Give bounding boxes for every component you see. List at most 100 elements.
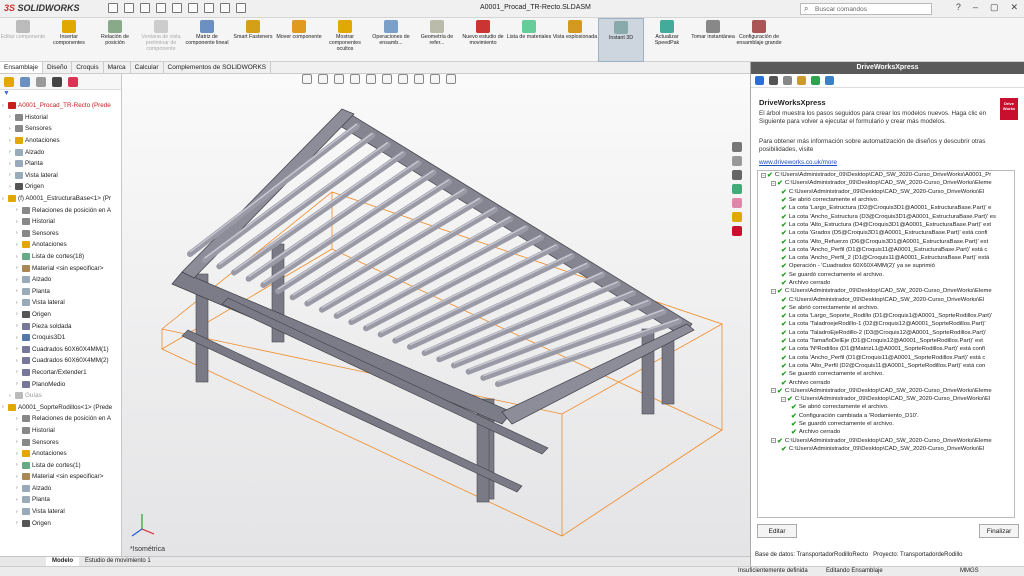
result-item[interactable]: ✔ Archivo cerrado: [758, 428, 1014, 436]
result-item[interactable]: ✔ Se guardó correctamente el archivo.: [758, 420, 1014, 428]
print-icon[interactable]: [172, 3, 182, 13]
view-palette-icon[interactable]: [732, 184, 742, 194]
result-item[interactable]: ✔ Se abrió correctamente el archivo.: [758, 304, 1014, 312]
tab-1[interactable]: Diseño: [43, 62, 73, 73]
ribbon-button-12[interactable]: Vista explosionada: [552, 18, 598, 62]
ribbon-button-16[interactable]: Configuración de ensamblaje grande: [736, 18, 782, 62]
table-icon[interactable]: [783, 76, 792, 85]
zoom-fit-icon[interactable]: [302, 74, 312, 84]
tree-item[interactable]: › Anotaciones: [0, 239, 121, 251]
tab-0[interactable]: Ensamblaje: [0, 62, 43, 73]
result-item[interactable]: ✔ La cota 'TamañoDelEje (D1@Croquis12@A00…: [758, 337, 1014, 345]
tree-item[interactable]: › Origen: [0, 309, 121, 321]
ribbon-button-0[interactable]: Editar componente: [0, 18, 46, 62]
ribbon-button-2[interactable]: Relación de posición: [92, 18, 138, 62]
result-item[interactable]: ✔ Configuración cambiada a 'Rodamiento_D1…: [758, 412, 1014, 420]
rules-icon[interactable]: [797, 76, 806, 85]
tree-item[interactable]: › Guías: [0, 390, 121, 402]
tree-item[interactable]: › Alzado: [0, 483, 121, 495]
collapse-icon[interactable]: −: [771, 180, 776, 186]
ribbon-button-10[interactable]: Nuevo estudio de movimiento: [460, 18, 506, 62]
previous-view-icon[interactable]: [334, 74, 344, 84]
tree-item[interactable]: › Planta: [0, 494, 121, 506]
result-item[interactable]: ✔ La cota 'TaladroejeRodillo-1 (D2@Croqui…: [758, 320, 1014, 328]
result-item[interactable]: ✔ Operación - 'Cuadrados 60X60X4MM(2)' ya…: [758, 262, 1014, 270]
tree-item[interactable]: › Lista de cortes(1): [0, 459, 121, 471]
units-status[interactable]: MMGS: [960, 568, 979, 574]
tree-item[interactable]: › Sensores: [0, 228, 121, 240]
ribbon-button-1[interactable]: Insertar componentes: [46, 18, 92, 62]
tab-2[interactable]: Croquis: [72, 62, 104, 73]
close-project-icon[interactable]: [825, 76, 834, 85]
ribbon-button-9[interactable]: Geometría de refer...: [414, 18, 460, 62]
result-item[interactable]: ✔ Archivo cerrado: [758, 279, 1014, 287]
appearances-icon[interactable]: [732, 198, 742, 208]
hide-show-icon[interactable]: [398, 74, 408, 84]
search-commands-input[interactable]: Buscar comandos: [800, 3, 932, 15]
ribbon-button-3[interactable]: Ventana de vista preliminar de component…: [138, 18, 184, 62]
zoom-area-icon[interactable]: [318, 74, 328, 84]
results-tree[interactable]: − ✔ C:\Users\Administrador_09\Desktop\CAD_…: [757, 170, 1015, 518]
file-explorer-icon[interactable]: [732, 170, 742, 180]
tree-item[interactable]: › Anotaciones: [0, 448, 121, 460]
dimxpert-icon[interactable]: [52, 76, 62, 87]
collapse-icon[interactable]: −: [761, 172, 766, 178]
display-style-icon[interactable]: [382, 74, 392, 84]
tree-item[interactable]: › Relaciones de posición en A: [0, 413, 121, 425]
custom-properties-icon[interactable]: [732, 212, 742, 222]
result-item[interactable]: ✔ Se guardó correctamente el archivo.: [758, 370, 1014, 378]
tree-item[interactable]: › (f) A0001_EstructuraBase<1> (Pr: [0, 193, 121, 205]
result-item[interactable]: ✔ C:\Users\Administrador_09\Desktop\CAD_S…: [758, 295, 1014, 304]
result-item[interactable]: − ✔ C:\Users\Administrador_09\Desktop\CAD_…: [758, 287, 1014, 295]
tree-item[interactable]: › Historial: [0, 112, 121, 124]
tree-item[interactable]: › Cuadrados 60X60X4MM(2): [0, 355, 121, 367]
result-item[interactable]: ✔ Se abrió correctamente el archivo.: [758, 196, 1014, 204]
select-icon[interactable]: [204, 3, 214, 13]
result-item[interactable]: ✔ Archivo cerrado: [758, 378, 1014, 387]
tree-item[interactable]: › Lista de cortes(18): [0, 251, 121, 263]
result-item[interactable]: ✔ Se abrió correctamente el archivo.: [758, 403, 1014, 411]
result-item[interactable]: ✔ La cota 'Grados (D5@Croquis3D1@A0001_Es…: [758, 229, 1014, 237]
restore-icon[interactable]: ▢: [990, 2, 999, 13]
tree-item[interactable]: › Vista lateral: [0, 297, 121, 309]
result-item[interactable]: ✔ La cota 'Alto_Estructura (D4@Croquis3D1…: [758, 221, 1014, 229]
tree-item[interactable]: › Origen: [0, 517, 121, 529]
open-file-icon[interactable]: [140, 3, 150, 13]
model-tab-0[interactable]: Modelo: [46, 557, 79, 566]
feature-manager-icon[interactable]: [4, 76, 14, 87]
result-item[interactable]: ✔ Se guardó correctamente el archivo.: [758, 271, 1014, 279]
ribbon-button-14[interactable]: Actualizar SpeedPak: [644, 18, 690, 62]
result-item[interactable]: ✔ La cota 'Ancho_Estructura (D3@Croquis3D…: [758, 212, 1014, 221]
result-item[interactable]: − ✔ C:\Users\Administrador_09\Desktop\CAD_…: [758, 395, 1014, 403]
tree-item[interactable]: › Planta: [0, 158, 121, 170]
tree-item[interactable]: › Sensores: [0, 436, 121, 448]
undo-icon[interactable]: [188, 3, 198, 13]
result-item[interactable]: ✔ La cota 'Alto_Perfil (D2@Croquis11@A000…: [758, 362, 1014, 370]
result-item[interactable]: ✔ La cota 'Largo_Estructura (D2@Croquis3D…: [758, 204, 1014, 212]
tab-5[interactable]: Complementos de SOLIDWORKS: [164, 62, 272, 73]
ribbon-button-13[interactable]: Instant 3D: [598, 18, 644, 62]
result-item[interactable]: − ✔ C:\Users\Administrador_09\Desktop\CAD_…: [758, 387, 1014, 395]
document-icon[interactable]: [769, 76, 778, 85]
options-icon[interactable]: [236, 3, 246, 13]
tree-item[interactable]: › Sensores: [0, 123, 121, 135]
configuration-manager-icon[interactable]: [36, 76, 46, 87]
rebuild-icon[interactable]: [220, 3, 230, 13]
tree-item[interactable]: › Croquis3D1: [0, 332, 121, 344]
tree-item[interactable]: › Material <sin especificar>: [0, 471, 121, 483]
tree-item[interactable]: › A0001_SoprteRodillos<1> (Prede: [0, 401, 121, 413]
collapse-icon[interactable]: −: [781, 396, 786, 402]
view-orientation-icon[interactable]: [366, 74, 376, 84]
result-item[interactable]: ✔ La cota 'TaladroEjeRodillo-2 (D3@Croqui…: [758, 329, 1014, 337]
scene-icon[interactable]: [430, 74, 440, 84]
tree-item[interactable]: › Cuadrados 60X60X4MM(1): [0, 343, 121, 355]
result-item[interactable]: − ✔ C:\Users\Administrador_09\Desktop\CAD_…: [758, 179, 1014, 187]
info-icon[interactable]: [755, 76, 764, 85]
result-item[interactable]: ✔ La cota 'Alto_Refuerzo (D6@Croquis3D1@A…: [758, 237, 1014, 246]
tree-item[interactable]: › Material <sin especificar>: [0, 262, 121, 274]
section-view-icon[interactable]: [350, 74, 360, 84]
save-icon[interactable]: [156, 3, 166, 13]
filter-icon[interactable]: ▼: [0, 90, 121, 98]
tab-3[interactable]: Marca: [104, 62, 131, 73]
model-tab-1[interactable]: Estudio de movimiento 1: [79, 557, 157, 566]
